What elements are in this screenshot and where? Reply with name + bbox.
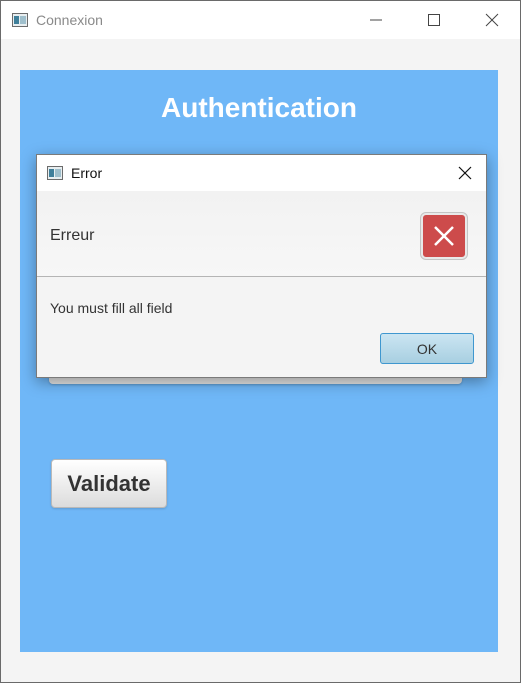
maximize-icon bbox=[428, 14, 440, 26]
java-app-icon bbox=[12, 13, 28, 27]
dialog-header: Erreur bbox=[37, 191, 486, 277]
close-button[interactable] bbox=[463, 1, 521, 39]
dialog-header-text: Erreur bbox=[50, 227, 95, 244]
dialog-titlebar[interactable]: Error bbox=[37, 155, 486, 191]
page-title: Authentication bbox=[161, 92, 357, 123]
dialog-close-button[interactable] bbox=[444, 155, 486, 191]
ok-button[interactable]: OK bbox=[380, 333, 474, 364]
dialog-message: You must fill all field bbox=[50, 300, 173, 316]
window-title: Connexion bbox=[36, 12, 103, 28]
close-icon bbox=[485, 13, 499, 27]
close-icon bbox=[458, 166, 472, 180]
minimize-button[interactable] bbox=[347, 1, 405, 39]
validate-button[interactable]: Validate bbox=[51, 459, 167, 508]
java-app-icon bbox=[47, 166, 63, 180]
minimize-icon bbox=[370, 19, 382, 21]
dialog-title: Error bbox=[71, 165, 103, 181]
error-dialog: Error Erreur You must fill all field OK bbox=[36, 154, 487, 378]
window-titlebar[interactable]: Connexion bbox=[1, 1, 520, 39]
error-x-icon bbox=[421, 213, 467, 259]
maximize-button[interactable] bbox=[405, 1, 463, 39]
